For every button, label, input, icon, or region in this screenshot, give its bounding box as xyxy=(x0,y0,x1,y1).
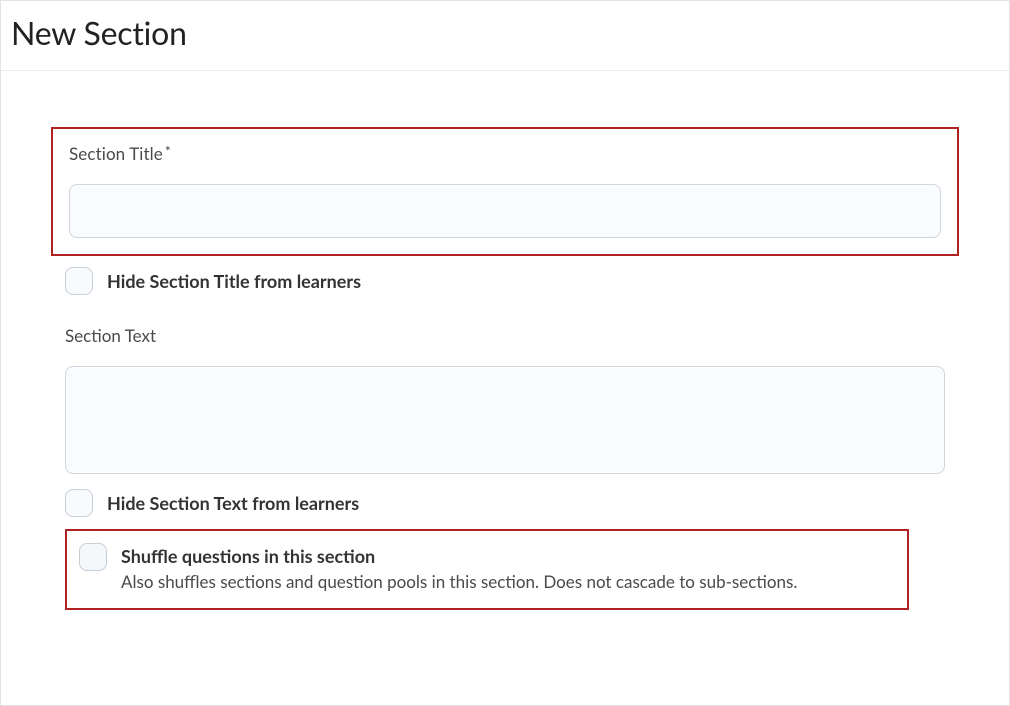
shuffle-questions-helper-text: Also shuffles sections and question pool… xyxy=(121,570,797,594)
page-header: New Section xyxy=(1,1,1009,71)
page-title: New Section xyxy=(11,13,999,52)
hide-text-checkbox-row: Hide Section Text from learners xyxy=(65,490,959,517)
shuffle-label-group: Shuffle questions in this section Also s… xyxy=(121,543,797,594)
section-title-label-text: Section Title xyxy=(69,143,163,164)
hide-title-checkbox[interactable] xyxy=(65,267,93,295)
section-title-input[interactable] xyxy=(69,184,941,238)
hide-title-checkbox-row: Hide Section Title from learners xyxy=(65,268,959,295)
section-text-container xyxy=(65,366,945,478)
shuffle-group-highlight: Shuffle questions in this section Also s… xyxy=(65,529,909,610)
hide-title-checkbox-label: Hide Section Title from learners xyxy=(107,268,361,294)
shuffle-questions-checkbox-label: Shuffle questions in this section xyxy=(121,543,797,569)
hide-text-checkbox[interactable] xyxy=(65,489,93,517)
hide-text-checkbox-label: Hide Section Text from learners xyxy=(107,490,359,516)
section-text-input[interactable] xyxy=(65,366,945,474)
required-star-icon: * xyxy=(165,143,171,160)
form-area: Section Title* Hide Section Title from l… xyxy=(1,71,1009,640)
shuffle-checkbox-row: Shuffle questions in this section Also s… xyxy=(79,543,895,594)
section-text-label: Section Text xyxy=(65,325,959,346)
page-container: New Section Section Title* Hide Section … xyxy=(0,0,1010,706)
section-title-group-highlight: Section Title* xyxy=(51,127,959,256)
section-title-label: Section Title* xyxy=(69,143,941,164)
shuffle-questions-checkbox[interactable] xyxy=(79,543,107,571)
